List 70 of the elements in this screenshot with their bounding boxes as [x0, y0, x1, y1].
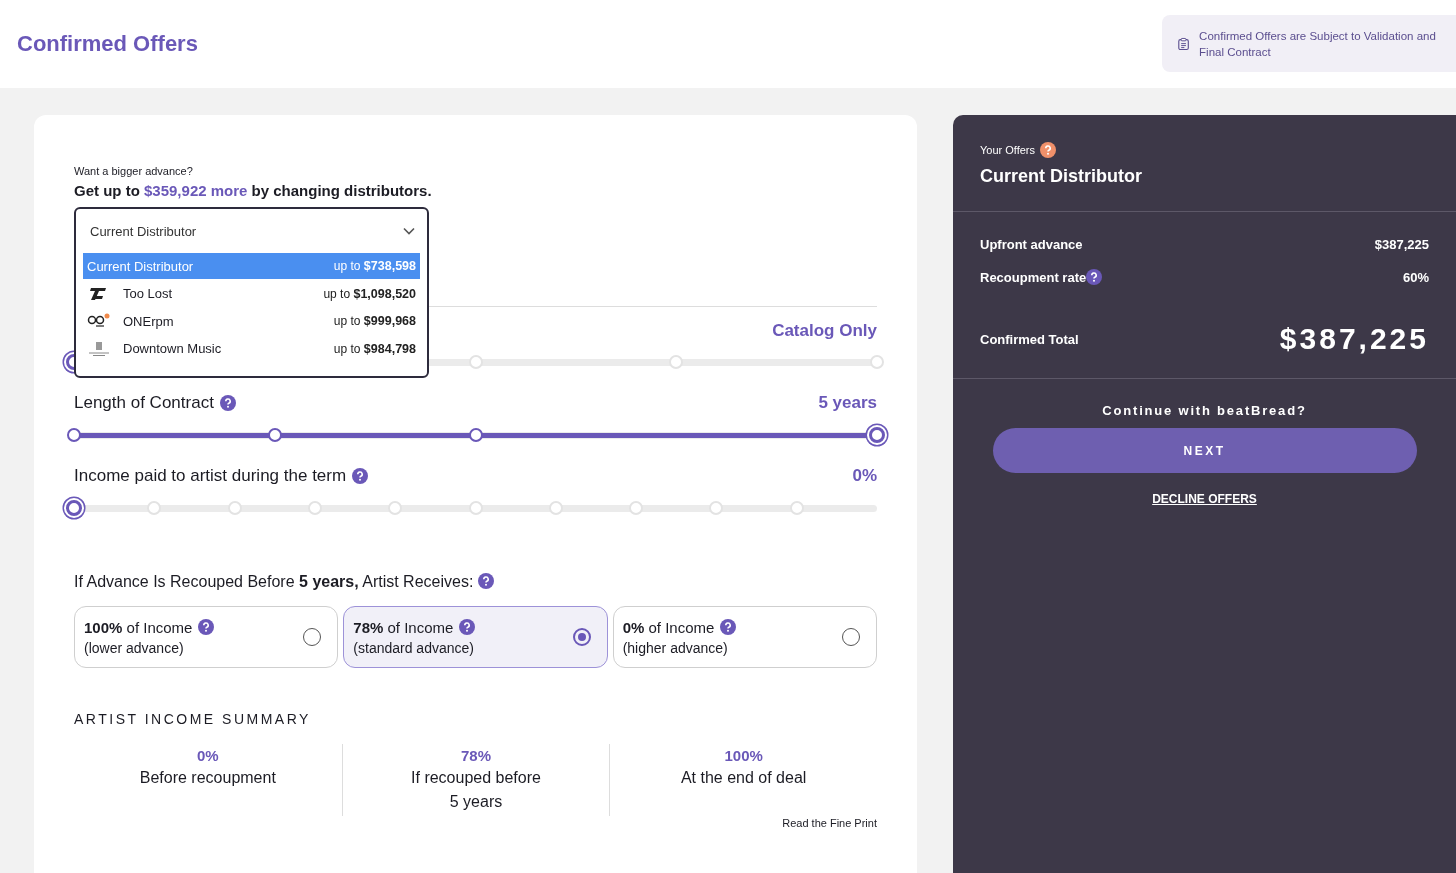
help-icon[interactable] [198, 619, 215, 635]
slider-label: Income paid to artist during the term [74, 466, 347, 486]
recoup-heading: If Advance Is Recouped Before 5 years, Artist Receives: [74, 573, 877, 591]
help-icon[interactable] [459, 619, 476, 635]
promo-question: Want a bigger advance? [74, 165, 194, 177]
clipboard-icon [1178, 35, 1190, 52]
offer-value: 60% [1402, 269, 1429, 285]
slider-stop[interactable] [67, 428, 81, 442]
logo-icon [87, 286, 107, 301]
option-amount: up to $984,798 [333, 341, 416, 356]
income-option-card[interactable]: 0% of Income (higher advance) [612, 606, 877, 668]
option-name: Too Lost [123, 286, 174, 302]
option-note: (standard advance) [353, 639, 475, 656]
offer-label: Recoupment rate [980, 269, 1087, 285]
slider-label: Length of Contract [74, 393, 214, 413]
option-name: ONErpm [123, 313, 175, 329]
summary-label: Before recoupment [139, 768, 276, 788]
slider-stop[interactable] [468, 428, 483, 442]
page-title: Confirmed Offers [17, 31, 198, 57]
dropdown-value: Current Distributor [90, 223, 197, 239]
option-title: 100% of Income [84, 618, 193, 636]
radio-button[interactable] [572, 628, 591, 646]
summary-percent: 100% [724, 747, 763, 764]
logo-icon [87, 313, 111, 330]
help-icon[interactable] [477, 573, 494, 589]
option-name: Downtown Music [123, 341, 223, 357]
total-label: Confirmed Total [980, 331, 1079, 347]
option-amount: up to $999,968 [333, 314, 416, 329]
distributor-dropdown-menu[interactable]: Current Distributor Current Distributor up to $738,598 Too Lost up to $1,098,520 ONErpm up to $999,968 Downtown Music up to $984,798 [74, 207, 429, 378]
income-option-card[interactable]: 100% of Income (lower advance) [74, 606, 339, 668]
offer-label: Upfront advance [980, 236, 1083, 252]
dropdown-option[interactable]: Downtown Music up to $984,798 [83, 335, 420, 363]
option-note: (lower advance) [84, 639, 185, 656]
slider-thumb[interactable] [869, 427, 885, 443]
slider-thumb[interactable] [66, 500, 82, 516]
notice-text: Confirmed Offers are Subject to Validation and Final Contract [1199, 28, 1437, 60]
total-value: $387,225 [1279, 322, 1429, 356]
help-icon[interactable] [352, 468, 369, 484]
slider-stop[interactable] [267, 428, 282, 442]
option-title: 0% of Income [622, 618, 715, 636]
summary-label: If recouped before 5 years [411, 768, 541, 812]
option-amount: up to $738,598 [333, 259, 416, 273]
help-icon[interactable] [1040, 142, 1057, 158]
panel-eyebrow: Your Offers [980, 144, 1036, 156]
dropdown-option[interactable]: Too Lost up to $1,098,520 [83, 280, 420, 308]
option-title: 78% of Income [353, 618, 454, 636]
option-amount: up to $1,098,520 [323, 286, 416, 301]
income-option-card[interactable]: 78% of Income (standard advance) [343, 606, 608, 668]
decline-offers-link[interactable]: DECLINE OFFERS [1152, 492, 1257, 506]
slider-value: 5 years [818, 393, 877, 413]
offer-value: $387,225 [1374, 236, 1429, 252]
continue-prompt: Continue with beatBread? [1102, 403, 1307, 418]
option-note: (higher advance) [622, 639, 729, 656]
summary-percent: 78% [460, 747, 491, 764]
logo-icon [87, 340, 111, 357]
dropdown-option[interactable]: ONErpm up to $999,968 [83, 307, 420, 335]
help-icon[interactable] [219, 395, 236, 411]
slider-value: Catalog Only [772, 321, 877, 341]
promo-headline: Get up to $359,922 more by changing distributors. [74, 182, 433, 199]
help-icon[interactable] [720, 619, 737, 635]
summary-label: At the end of deal [680, 768, 807, 788]
next-button[interactable]: NEXT [992, 428, 1417, 473]
summary-percent: 0% [197, 747, 219, 764]
option-name: Current Distributor [87, 258, 195, 274]
help-icon[interactable] [1086, 269, 1103, 285]
panel-title: Current Distributor [980, 166, 1143, 187]
summary-title: ARTIST INCOME SUMMARY [74, 711, 312, 727]
fine-print-link[interactable]: Read the Fine Print [782, 817, 877, 829]
chevron-down-icon [403, 227, 415, 235]
slider-value: 0% [852, 466, 877, 486]
